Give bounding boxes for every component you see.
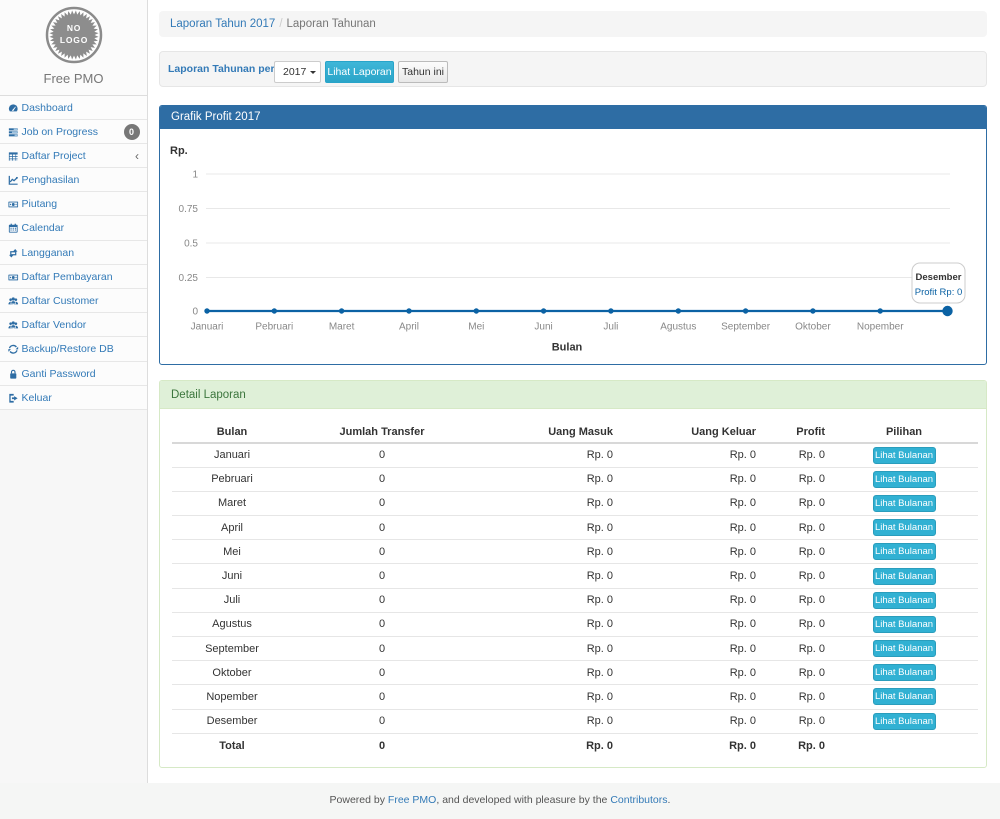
svg-text:0: 0 <box>192 307 198 318</box>
svg-text:Pebruari: Pebruari <box>255 322 293 333</box>
svg-text:LOGO: LOGO <box>60 35 88 45</box>
svg-text:Rp.: Rp. <box>170 145 188 157</box>
svg-text:Bulan: Bulan <box>552 342 583 354</box>
svg-text:0.5: 0.5 <box>184 239 198 250</box>
svg-text:Nopember: Nopember <box>857 322 904 333</box>
svg-text:1: 1 <box>192 170 198 181</box>
svg-text:Profit Rp: 0: Profit Rp: 0 <box>915 287 963 298</box>
svg-text:Agustus: Agustus <box>660 322 696 333</box>
svg-text:Mei: Mei <box>468 322 484 333</box>
svg-text:April: April <box>399 322 419 333</box>
svg-text:0.25: 0.25 <box>179 273 199 284</box>
svg-text:Desember: Desember <box>916 272 962 283</box>
svg-text:Juli: Juli <box>603 322 618 333</box>
svg-text:September: September <box>721 322 771 333</box>
svg-text:Januari: Januari <box>191 322 224 333</box>
svg-text:Maret: Maret <box>329 322 355 333</box>
svg-text:Juni: Juni <box>534 322 552 333</box>
svg-text:NO: NO <box>67 23 81 33</box>
svg-text:0.75: 0.75 <box>179 204 199 215</box>
svg-text:Oktober: Oktober <box>795 322 831 333</box>
